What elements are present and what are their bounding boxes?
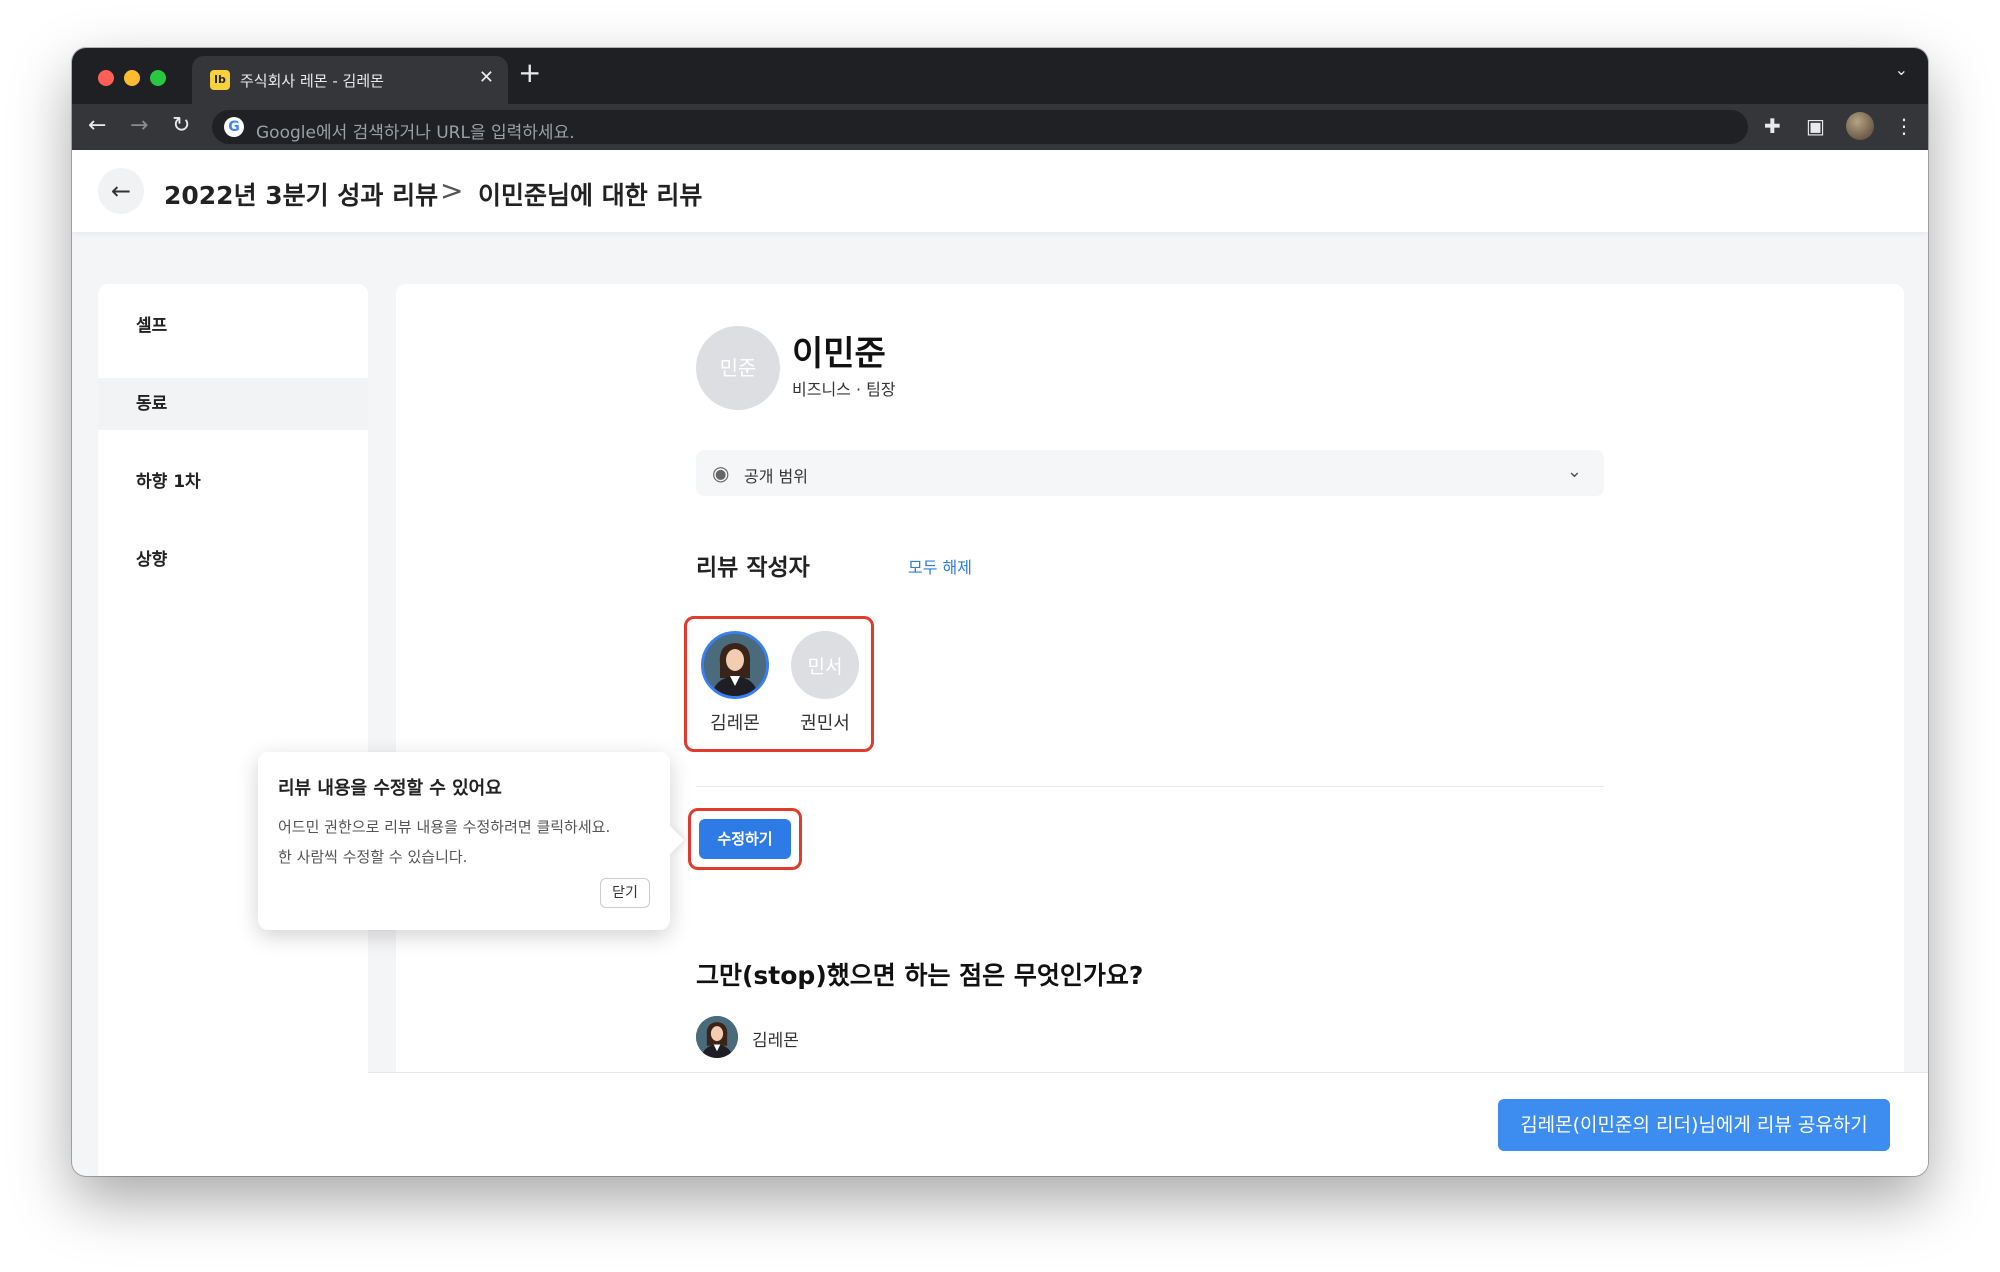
back-arrow-icon[interactable]: ←	[98, 168, 144, 214]
google-icon: G	[224, 117, 244, 137]
address-bar-placeholder: Google에서 검색하거나 URL을 입력하세요.	[256, 123, 575, 143]
reviewer-name: 김레몬	[710, 713, 760, 734]
page-header: ← 2022년 3분기 성과 리뷰 > 이민준님에 대한 리뷰	[72, 150, 1928, 232]
answer-author-name: 김레몬	[752, 1031, 799, 1051]
clear-all-link[interactable]: 모두 해제	[908, 554, 972, 578]
browser-forward-icon[interactable]: →	[130, 112, 148, 140]
sidebar-item-self[interactable]: 셀프	[98, 300, 368, 352]
avatar	[696, 1016, 738, 1058]
reviewee-avatar: 민준	[696, 326, 780, 410]
reload-icon[interactable]: ↻	[172, 112, 190, 140]
avatar	[701, 631, 769, 699]
edit-hint-tooltip: 리뷰 내용을 수정할 수 있어요 어드민 권한으로 리뷰 내용을 수정하려면 클…	[258, 752, 670, 930]
section-divider	[696, 786, 1604, 787]
question-title: 그만(stop)했으면 하는 점은 무엇인가요?	[696, 961, 1144, 990]
sidebar-item-peer[interactable]: 동료	[98, 378, 368, 430]
new-tab-icon[interactable]: +	[518, 58, 541, 88]
sidebar-item-downward[interactable]: 하향 1차	[98, 456, 368, 508]
profile-avatar-icon[interactable]	[1846, 112, 1874, 140]
eye-icon: ◉	[712, 461, 730, 485]
side-panel-icon[interactable]: ▣	[1806, 114, 1825, 138]
tab-close-icon[interactable]: ✕	[479, 67, 494, 88]
extensions-puzzle-icon[interactable]: ✚	[1764, 114, 1781, 138]
tooltip-line-1: 어드민 권한으로 리뷰 내용을 수정하려면 클릭하세요.	[278, 818, 611, 836]
breadcrumb-parent[interactable]: 2022년 3분기 성과 리뷰	[164, 176, 438, 212]
person-photo-icon	[696, 1016, 738, 1058]
bottom-action-bar: 김레몬(이민준의 리더)님에게 리뷰 공유하기	[368, 1072, 1928, 1176]
visibility-scope-label: 공개 범위	[744, 467, 808, 486]
browser-window: lb 주식회사 레몬 - 김레몬 ✕ + ⌄ ← → ↻ G Google에서 …	[72, 48, 1928, 1176]
window-zoom-dot[interactable]	[150, 70, 166, 86]
avatar: 민서	[791, 631, 859, 699]
address-bar[interactable]: G Google에서 검색하거나 URL을 입력하세요.	[212, 110, 1748, 144]
favicon-icon: lb	[210, 70, 230, 90]
share-review-button[interactable]: 김레몬(이민준의 리더)님에게 리뷰 공유하기	[1498, 1099, 1890, 1151]
tooltip-line-2: 한 사람씩 수정할 수 있습니다.	[278, 848, 468, 866]
window-close-dot[interactable]	[98, 70, 114, 86]
tab-title: 주식회사 레몬 - 김레몬	[240, 72, 384, 90]
reviewee-role: 비즈니스 · 팀장	[792, 380, 896, 399]
tab-search-chevron-icon[interactable]: ⌄	[1895, 60, 1908, 79]
reviewee-name: 이민준	[792, 334, 886, 374]
browser-tab[interactable]: lb 주식회사 레몬 - 김레몬 ✕	[192, 56, 508, 104]
visibility-scope-dropdown[interactable]: ◉ 공개 범위 ⌄	[696, 450, 1604, 496]
reviewer-item-kimlemon[interactable]: 김레몬	[695, 631, 775, 735]
edit-button[interactable]: 수정하기	[699, 819, 791, 859]
browser-back-icon[interactable]: ←	[88, 112, 106, 140]
browser-menu-icon[interactable]: ⋮	[1894, 114, 1914, 138]
edit-highlight-box: 수정하기	[688, 808, 802, 870]
tooltip-title: 리뷰 내용을 수정할 수 있어요	[278, 778, 502, 799]
tab-strip: lb 주식회사 레몬 - 김레몬 ✕ + ⌄	[72, 48, 1928, 104]
breadcrumb-current: 이민준님에 대한 리뷰	[478, 181, 703, 210]
review-content-card: 민준 이민준 비즈니스 · 팀장 ◉ 공개 범위 ⌄ 리뷰 작성자 모두 해제	[396, 284, 1904, 1176]
review-type-sidebar: 셀프 동료 하향 1차 상향	[98, 284, 368, 1176]
tooltip-close-button[interactable]: 닫기	[600, 878, 650, 908]
reviewer-name: 권민서	[800, 713, 850, 734]
reviewers-highlight-box: 김레몬 민서 권민서	[684, 616, 874, 752]
reviewers-title: 리뷰 작성자	[696, 555, 810, 581]
person-photo-icon	[704, 634, 766, 696]
tooltip-body: 어드민 권한으로 리뷰 내용을 수정하려면 클릭하세요. 한 사람씩 수정할 수…	[278, 812, 658, 872]
browser-toolbar: ← → ↻ G Google에서 검색하거나 URL을 입력하세요. ✚ ▣ ⋮	[72, 104, 1928, 150]
chevron-down-icon: ⌄	[1566, 461, 1582, 482]
breadcrumb-separator-icon: >	[440, 174, 464, 207]
sidebar-item-upward[interactable]: 상향	[98, 534, 368, 586]
window-minimize-dot[interactable]	[124, 70, 140, 86]
reviewer-item-kwonminseo[interactable]: 민서 권민서	[785, 631, 865, 735]
